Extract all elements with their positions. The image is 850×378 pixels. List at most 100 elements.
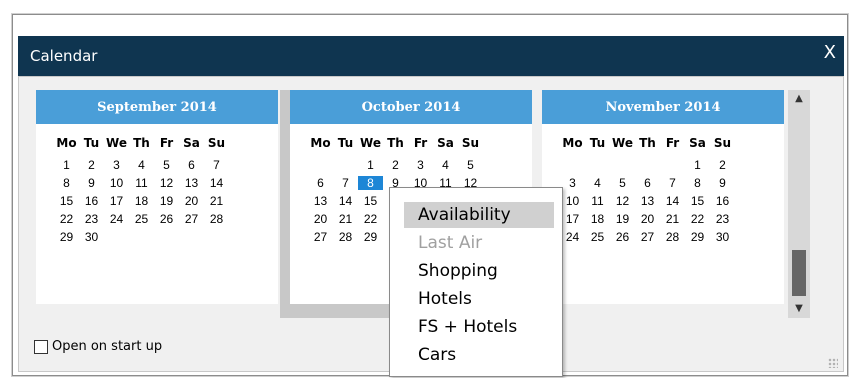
weekday-label: Tu [337,136,354,150]
day-cell[interactable]: 18 [585,212,610,226]
day-cell[interactable]: 2 [383,158,408,172]
menu-item-fs-hotels[interactable]: FS + Hotels [404,314,554,340]
day-cell[interactable]: 19 [610,212,635,226]
menu-item-shopping[interactable]: Shopping [404,258,554,284]
day-cell[interactable]: 30 [79,230,104,244]
week-row: 17 18 19 20 21 22 23 [542,210,784,228]
weekday-label: Mo [56,136,77,150]
day-cell[interactable]: 11 [129,176,154,190]
day-cell[interactable]: 12 [154,176,179,190]
day-cell[interactable]: 24 [560,230,585,244]
day-cell[interactable]: 13 [308,194,333,208]
day-cell[interactable]: 10 [560,194,585,208]
day-cell[interactable]: 21 [660,212,685,226]
day-cell[interactable]: 5 [154,158,179,172]
day-cell[interactable]: 9 [710,176,735,190]
day-cell[interactable]: 27 [179,212,204,226]
menu-item-cars[interactable]: Cars [404,342,554,368]
day-cell[interactable]: 8 [685,176,710,190]
day-cell[interactable]: 4 [129,158,154,172]
day-cell[interactable]: 20 [179,194,204,208]
week-rows: 1234567891011121314151617181920212223242… [542,156,784,246]
day-cell[interactable]: 14 [333,194,358,208]
day-cell[interactable]: 16 [79,194,104,208]
day-cell[interactable]: 20 [635,212,660,226]
day-cell[interactable]: 16 [710,194,735,208]
scroll-up-icon[interactable]: ▲ [788,90,810,108]
day-cell[interactable]: 12 [610,194,635,208]
day-cell[interactable]: 21 [333,212,358,226]
week-row: 15 16 17 18 19 20 21 [36,192,278,210]
day-cell[interactable]: 19 [154,194,179,208]
weekday-label: Sa [183,136,200,150]
day-cell[interactable]: 1 [685,158,710,172]
day-cell[interactable]: 28 [333,230,358,244]
day-cell[interactable]: 13 [179,176,204,190]
menu-item-availability[interactable]: Availability [404,202,554,228]
day-cell[interactable]: 29 [685,230,710,244]
day-cell[interactable]: 26 [154,212,179,226]
scrollbar-thumb[interactable] [792,250,806,296]
day-cell[interactable]: 20 [308,212,333,226]
scroll-down-icon[interactable]: ▼ [788,300,810,318]
day-cell[interactable]: 15 [358,194,383,208]
day-cell[interactable]: 13 [635,194,660,208]
resize-grip-icon[interactable] [828,358,838,368]
day-cell[interactable]: 27 [635,230,660,244]
day-cell[interactable]: 27 [308,230,333,244]
day-cell[interactable]: 4 [585,176,610,190]
day-cell[interactable]: 17 [104,194,129,208]
day-cell[interactable]: 11 [585,194,610,208]
day-cell[interactable]: 14 [204,176,229,190]
close-button[interactable]: X [824,42,836,63]
day-cell[interactable]: 2 [710,158,735,172]
menu-item-hotels[interactable]: Hotels [404,286,554,312]
day-cell[interactable]: 22 [358,212,383,226]
day-cell[interactable]: 29 [54,230,79,244]
day-cell[interactable]: 25 [585,230,610,244]
day-cell[interactable]: 15 [54,194,79,208]
open-on-startup-option[interactable]: Open on start up [34,339,162,354]
day-cell[interactable]: 2 [79,158,104,172]
day-cell[interactable]: 24 [104,212,129,226]
day-cell[interactable]: 5 [610,176,635,190]
day-cell[interactable]: 18 [129,194,154,208]
selected-day-cell[interactable]: 8 [358,176,383,190]
day-cell[interactable]: 28 [204,212,229,226]
day-cell[interactable]: 28 [660,230,685,244]
day-cell[interactable]: 1 [54,158,79,172]
day-cell[interactable]: 3 [408,158,433,172]
day-cell[interactable]: 6 [308,176,333,190]
weekday-label: Su [713,136,732,150]
day-cell[interactable]: 6 [179,158,204,172]
day-cell[interactable]: 5 [458,158,483,172]
day-cell[interactable]: 8 [54,176,79,190]
day-cell[interactable]: 1 [358,158,383,172]
day-cell[interactable]: 9 [79,176,104,190]
day-cell[interactable]: 29 [358,230,383,244]
day-cell[interactable]: 7 [204,158,229,172]
day-cell[interactable]: 30 [710,230,735,244]
day-cell[interactable]: 6 [635,176,660,190]
day-cell[interactable]: 7 [660,176,685,190]
weekday-row: Mo Tu We Th Fr Sa Su [542,132,784,154]
day-cell[interactable]: 7 [333,176,358,190]
day-cell[interactable]: 4 [433,158,458,172]
day-cell[interactable]: 22 [685,212,710,226]
day-cell[interactable]: 22 [54,212,79,226]
vertical-scrollbar[interactable]: ▲ ▼ [788,90,810,318]
day-cell[interactable]: 21 [204,194,229,208]
day-cell[interactable]: 3 [560,176,585,190]
day-cell[interactable]: 17 [560,212,585,226]
day-cell[interactable]: 23 [710,212,735,226]
day-cell[interactable]: 3 [104,158,129,172]
week-row: 12 [542,156,784,174]
day-cell[interactable]: 14 [660,194,685,208]
day-cell[interactable]: 25 [129,212,154,226]
day-cell[interactable]: 15 [685,194,710,208]
day-cell[interactable]: 23 [79,212,104,226]
weekday-label: Su [461,136,480,150]
open-on-startup-checkbox[interactable] [34,339,48,354]
day-cell[interactable]: 10 [104,176,129,190]
day-cell[interactable]: 26 [610,230,635,244]
